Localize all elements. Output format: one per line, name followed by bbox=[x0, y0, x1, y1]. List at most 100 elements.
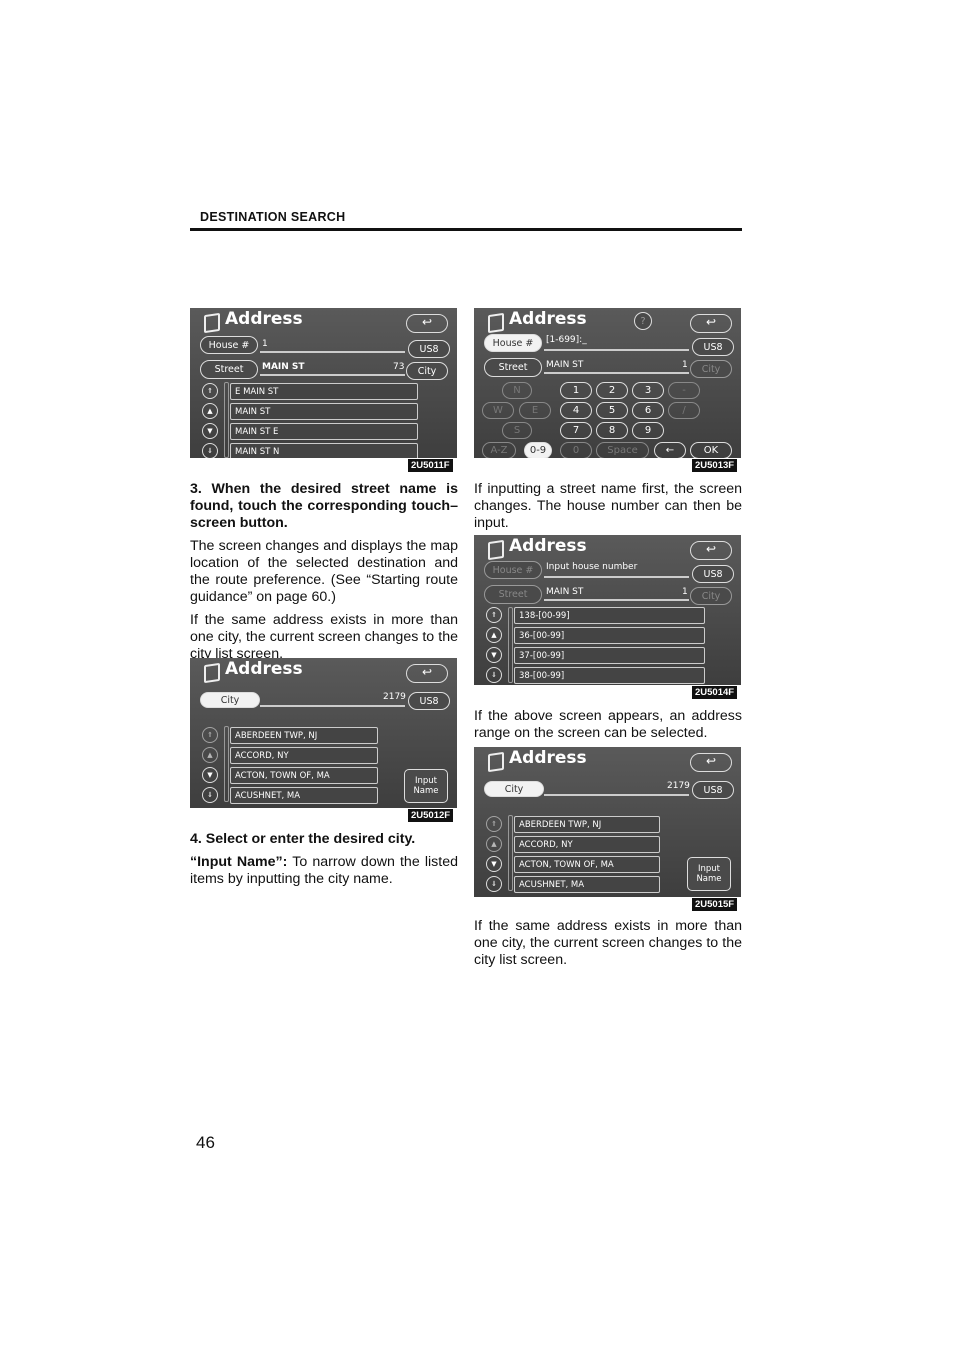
key-9[interactable]: 9 bbox=[632, 422, 664, 439]
scroll-up-icon[interactable]: ▲ bbox=[202, 747, 218, 763]
list-item[interactable]: ACUSHNET, MA bbox=[230, 787, 378, 804]
header-rule bbox=[190, 228, 742, 231]
page-up-icon[interactable]: ⇑ bbox=[486, 607, 502, 623]
scrollbar[interactable] bbox=[508, 607, 513, 683]
us8-button[interactable]: US8 bbox=[692, 338, 734, 356]
paragraph: If the above screen appears, an address … bbox=[474, 708, 742, 741]
key-e[interactable]: E bbox=[519, 402, 551, 419]
address-book-icon bbox=[488, 312, 504, 334]
list-item[interactable]: ACCORD, NY bbox=[230, 747, 378, 764]
address-book-icon bbox=[204, 312, 220, 334]
house-number-button[interactable]: House # bbox=[484, 334, 542, 352]
back-button[interactable]: ↩ bbox=[690, 314, 732, 333]
right-text-1: If inputting a street name first, the sc… bbox=[474, 481, 742, 538]
backspace-icon[interactable]: ← bbox=[654, 442, 686, 458]
scrollbar[interactable] bbox=[224, 726, 229, 802]
city-list-screen: Address ↩ City 2179 US8 ⇑ ▲ ▼ ⇓ ABERDEEN… bbox=[474, 747, 741, 897]
left-text-bottom: 4. Select or enter the desired city. “In… bbox=[190, 831, 458, 894]
list-item[interactable]: ACUSHNET, MA bbox=[514, 876, 660, 893]
input-name-button[interactable]: Input Name bbox=[687, 857, 731, 891]
key-n[interactable]: N bbox=[502, 382, 532, 399]
city-button[interactable]: City bbox=[484, 781, 544, 797]
list-item[interactable]: ACTON, TOWN OF, MA bbox=[230, 767, 378, 784]
paragraph: If the same address exists in more than … bbox=[190, 612, 458, 662]
right-text-3: If the same address exists in more than … bbox=[474, 918, 742, 975]
key-1[interactable]: 1 bbox=[560, 382, 592, 399]
city-button[interactable]: City bbox=[200, 692, 260, 708]
key-a-z[interactable]: A-Z bbox=[482, 442, 516, 458]
key-4[interactable]: 4 bbox=[560, 402, 592, 419]
page-down-icon[interactable]: ⇓ bbox=[486, 667, 502, 683]
page-up-icon[interactable]: ⇑ bbox=[202, 727, 218, 743]
page-down-icon[interactable]: ⇓ bbox=[202, 443, 218, 458]
page-up-icon[interactable]: ⇑ bbox=[202, 383, 218, 399]
figure-code: 2U5014F bbox=[692, 686, 738, 699]
street-button[interactable]: Street bbox=[484, 358, 542, 377]
key-0[interactable]: 0 bbox=[560, 442, 592, 458]
key-w[interactable]: W bbox=[482, 402, 514, 419]
page-down-icon[interactable]: ⇓ bbox=[486, 876, 502, 892]
scroll-down-icon[interactable]: ▼ bbox=[486, 856, 502, 872]
list-item[interactable]: ACCORD, NY bbox=[514, 836, 660, 853]
back-arrow-icon: ↩ bbox=[705, 315, 717, 329]
key-space[interactable]: Space bbox=[596, 442, 649, 458]
scroll-up-icon[interactable]: ▲ bbox=[486, 627, 502, 643]
scroll-up-icon[interactable]: ▲ bbox=[202, 403, 218, 419]
us8-button[interactable]: US8 bbox=[692, 565, 734, 583]
scroll-down-icon[interactable]: ▼ bbox=[486, 647, 502, 663]
city-button[interactable]: City bbox=[406, 362, 448, 380]
list-item[interactable]: ABERDEEN TWP, NJ bbox=[230, 727, 378, 744]
key-3[interactable]: 3 bbox=[632, 382, 664, 399]
key-0-9[interactable]: 0-9 bbox=[524, 442, 552, 458]
right-text-2: If the above screen appears, an address … bbox=[474, 708, 742, 748]
ok-button[interactable]: OK bbox=[690, 442, 732, 458]
key-8[interactable]: 8 bbox=[596, 422, 628, 439]
street-button[interactable]: Street bbox=[484, 585, 542, 604]
list-item[interactable]: MAIN ST E bbox=[230, 423, 418, 440]
list-item[interactable]: 36-[00-99] bbox=[514, 627, 705, 644]
scroll-down-icon[interactable]: ▼ bbox=[202, 767, 218, 783]
page-up-icon[interactable]: ⇑ bbox=[486, 816, 502, 832]
scrollbar[interactable] bbox=[508, 815, 513, 891]
city-button[interactable]: City bbox=[690, 360, 732, 378]
us8-button[interactable]: US8 bbox=[408, 340, 450, 358]
back-button[interactable]: ↩ bbox=[406, 664, 448, 683]
list-item[interactable]: 37-[00-99] bbox=[514, 647, 705, 664]
list-item[interactable]: 138-[00-99] bbox=[514, 607, 705, 624]
city-button[interactable]: City bbox=[690, 587, 732, 605]
house-number-input[interactable]: [1-699]:_ bbox=[546, 335, 587, 345]
scrollbar[interactable] bbox=[224, 382, 229, 458]
page-down-icon[interactable]: ⇓ bbox=[202, 787, 218, 803]
key-dash[interactable]: - bbox=[668, 382, 700, 399]
list-item[interactable]: 38-[00-99] bbox=[514, 667, 705, 684]
help-icon[interactable]: ? bbox=[634, 312, 652, 330]
key-5[interactable]: 5 bbox=[596, 402, 628, 419]
house-number-button[interactable]: House # bbox=[200, 336, 258, 354]
address-book-icon bbox=[488, 751, 504, 773]
key-6[interactable]: 6 bbox=[632, 402, 664, 419]
back-button[interactable]: ↩ bbox=[690, 541, 732, 560]
street-value: MAIN ST bbox=[546, 587, 584, 597]
step-4: 4. Select or enter the desired city. bbox=[190, 831, 416, 847]
list-item[interactable]: MAIN ST bbox=[230, 403, 418, 420]
us8-button[interactable]: US8 bbox=[692, 781, 734, 799]
list-item[interactable]: MAIN ST N bbox=[230, 443, 418, 458]
key-s[interactable]: S bbox=[502, 422, 532, 439]
input-name-button[interactable]: Input Name bbox=[404, 769, 448, 803]
match-count: 73 bbox=[393, 362, 405, 372]
list-item[interactable]: ACTON, TOWN OF, MA bbox=[514, 856, 660, 873]
scroll-down-icon[interactable]: ▼ bbox=[202, 423, 218, 439]
back-button[interactable]: ↩ bbox=[406, 314, 448, 333]
us8-button[interactable]: US8 bbox=[408, 692, 450, 710]
key-slash[interactable]: / bbox=[668, 402, 700, 419]
list-item[interactable]: E MAIN ST bbox=[230, 383, 418, 400]
screen-title: Address bbox=[509, 536, 587, 556]
scroll-up-icon[interactable]: ▲ bbox=[486, 836, 502, 852]
input-name-term: “Input Name”: bbox=[190, 854, 288, 870]
key-7[interactable]: 7 bbox=[560, 422, 592, 439]
key-2[interactable]: 2 bbox=[596, 382, 628, 399]
list-item[interactable]: ABERDEEN TWP, NJ bbox=[514, 816, 660, 833]
back-button[interactable]: ↩ bbox=[690, 753, 732, 772]
street-button[interactable]: Street bbox=[200, 360, 258, 379]
house-number-button[interactable]: House # bbox=[484, 561, 542, 579]
